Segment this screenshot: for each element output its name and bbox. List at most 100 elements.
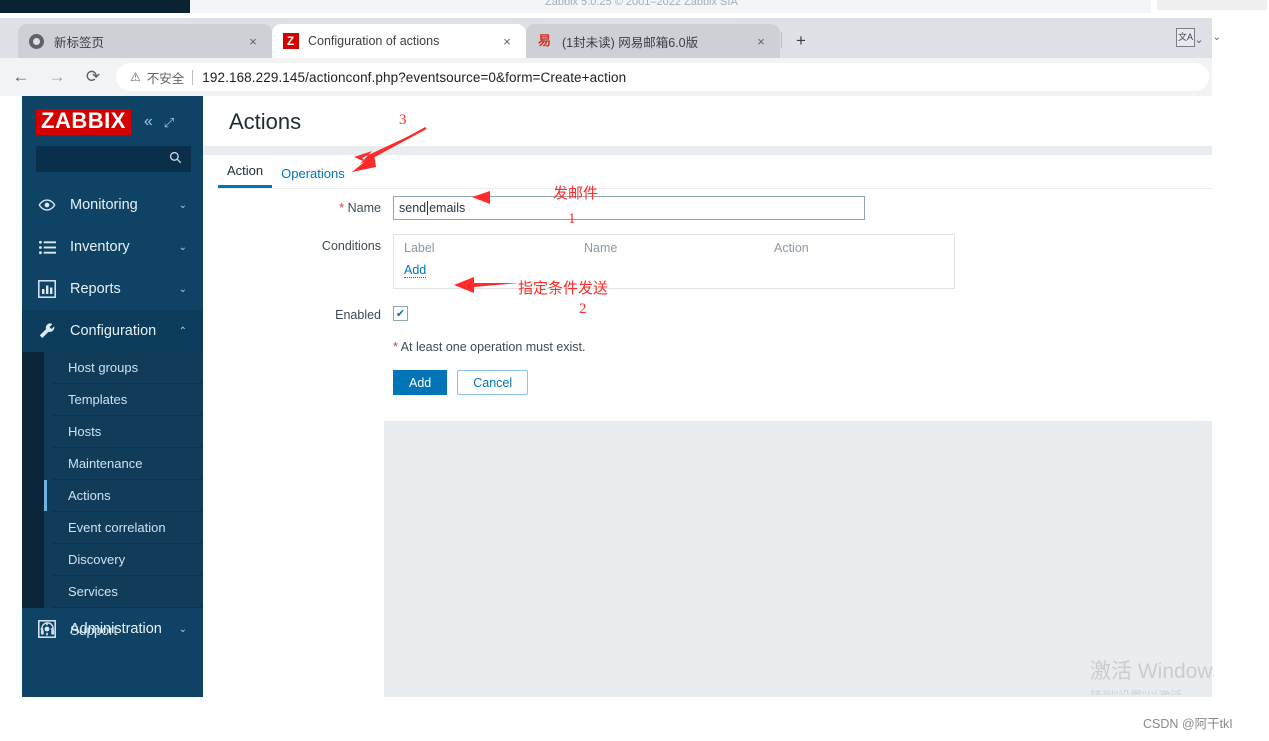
omnibox-divider (192, 69, 194, 85)
required-marker: * (393, 340, 398, 354)
action-form-panel: Action Operations * Name send emails Con… (203, 146, 1212, 421)
not-secure-warning-icon: ⚠ (130, 70, 141, 84)
sidebar-subitem-label: Actions (68, 488, 111, 503)
reload-icon[interactable]: ⟳ (78, 62, 108, 92)
sidebar-item-label: Reports (70, 281, 121, 297)
sidebar-item-services[interactable]: Services (52, 576, 203, 608)
sidebar-subitem-label: Event correlation (68, 520, 166, 535)
operation-required-hint: * At least one operation must exist. (393, 340, 1212, 354)
address-bar[interactable]: ⚠ 不安全 192.168.229.145/actionconf.php?eve… (116, 63, 1209, 91)
zabbix-logo[interactable]: ZABBIX (36, 109, 131, 135)
browser-chrome: 新标签页 × Z Configuration of actions × 易 (1… (0, 18, 1269, 96)
browser-toolbar: ← → ⟳ ⚠ 不安全 192.168.229.145/actionconf.p… (0, 58, 1269, 96)
sidebar-item-support[interactable]: Support (22, 611, 203, 649)
back-icon[interactable]: ← (6, 62, 36, 92)
new-tab-button[interactable]: + (790, 31, 812, 53)
sidebar-search-input[interactable] (36, 146, 191, 172)
search-icon (169, 151, 182, 167)
form-row-enabled: Enabled ✔ (203, 303, 1212, 322)
browser-tab-netease-mail[interactable]: 易 (1封未读) 网易邮箱6.0版 × (526, 24, 780, 58)
sidebar-item-hosts[interactable]: Hosts (52, 416, 203, 448)
close-icon[interactable]: × (244, 35, 262, 48)
sidebar-item-reports[interactable]: Reports ⌄ (22, 268, 203, 310)
browser-tab-zabbix-actions[interactable]: Z Configuration of actions × (272, 24, 526, 58)
sidebar-item-monitoring[interactable]: Monitoring ⌄ (22, 184, 203, 226)
hint-text: At least one operation must exist. (400, 340, 586, 354)
zabbix-sidebar: ZABBIX « ⤢ Monitoring ⌄ Inventory ⌄ Repo… (22, 96, 203, 697)
text-caret (427, 201, 429, 215)
tab-label: Operations (281, 166, 345, 181)
sidebar-subitem-label: Services (68, 584, 118, 599)
tab-operations[interactable]: Operations (272, 166, 354, 188)
enabled-field-label: Enabled (335, 308, 381, 322)
panel-top-divider (203, 146, 1212, 155)
page-title: Actions (229, 109, 302, 134)
sidebar-nav: Monitoring ⌄ Inventory ⌄ Reports ⌄ Confi… (22, 184, 203, 650)
sidebar-subitem-label: Maintenance (68, 456, 143, 471)
sidebar-item-templates[interactable]: Templates (52, 384, 203, 416)
not-secure-label: 不安全 (146, 71, 185, 86)
enabled-checkbox[interactable]: ✔ (393, 306, 408, 321)
chevron-down-icon: ⌄ (178, 199, 187, 211)
zabbix-icon: Z (282, 33, 299, 50)
browser-tab-newtab[interactable]: 新标签页 × (18, 24, 272, 58)
column-header-action: Action (774, 241, 809, 255)
wrench-icon (36, 322, 58, 340)
collapse-sidebar-icon[interactable]: « (144, 114, 153, 130)
tab-title: Configuration of actions (308, 34, 440, 48)
cancel-button[interactable]: Cancel (457, 370, 529, 395)
tab-title: (1封未读) 网易邮箱6.0版 (562, 35, 699, 50)
strip-dark-chip (0, 0, 190, 13)
close-icon[interactable]: × (498, 35, 516, 48)
cut-off-page-strip: Zabbix 5.0.25 © 2001–2022 Zabbix SIA (0, 0, 1269, 18)
name-value-before-caret: send (399, 201, 427, 215)
submit-add-button[interactable]: Add (393, 370, 448, 395)
add-condition-link[interactable]: Add (404, 263, 427, 278)
page-viewport: ZABBIX « ⤢ Monitoring ⌄ Inventory ⌄ Repo… (22, 96, 1212, 697)
sidebar-item-discovery[interactable]: Discovery (52, 544, 203, 576)
sidebar-item-host-groups[interactable]: Host groups (52, 352, 203, 384)
sidebar-item-label: Inventory (70, 239, 130, 255)
sidebar-item-configuration[interactable]: Configuration ⌃ (22, 310, 203, 352)
watermark-line-1: 激活 Windows (1090, 660, 1214, 683)
chevron-down-icon: ⌄ (178, 283, 187, 295)
expand-sidebar-icon[interactable]: ⤢ (164, 116, 174, 129)
translate-icon[interactable]: 文A (1176, 28, 1195, 47)
sidebar-item-label: Support (70, 622, 118, 638)
list-icon (36, 240, 58, 255)
tab-action[interactable]: Action (218, 163, 273, 188)
sidebar-item-actions[interactable]: Actions (44, 480, 203, 512)
sidebar-subitem-label: Hosts (68, 424, 102, 439)
name-value-after-caret: emails (429, 201, 466, 215)
column-header-label: Label (404, 241, 435, 255)
check-icon: ✔ (395, 308, 406, 320)
strip-right-chip (1157, 0, 1267, 10)
chevron-down-icon: ⌄ (178, 241, 187, 253)
csdn-credit: CSDN @阿干tkI (1143, 717, 1233, 731)
tab-separator (781, 32, 782, 48)
form-buttons: Add Cancel (393, 370, 1212, 395)
close-icon[interactable]: × (752, 35, 770, 48)
tab-title: 新标签页 (54, 35, 105, 50)
forward-icon[interactable]: → (42, 62, 72, 92)
name-input[interactable]: send emails (393, 196, 865, 220)
sidebar-item-event-correlation[interactable]: Event correlation (52, 512, 203, 544)
sidebar-subitem-label: Host groups (68, 360, 139, 375)
label-text: Name (347, 201, 381, 215)
form-body: * Name send emails Conditions Label Name… (203, 196, 1212, 395)
sidebar-item-maintenance[interactable]: Maintenance (52, 448, 203, 480)
sidebar-header: ZABBIX « ⤢ (22, 105, 203, 139)
screenshot-root: Zabbix 5.0.25 © 2001–2022 Zabbix SIA 新标签… (0, 0, 1269, 741)
browser-tabstrip: 新标签页 × Z Configuration of actions × 易 (1… (0, 18, 1269, 58)
form-tabs: Action Operations (218, 161, 354, 188)
toolbar-right-gap (1212, 58, 1269, 96)
browser-menu-icon[interactable]: ⌄ (1213, 32, 1221, 43)
headset-icon (36, 621, 58, 639)
conditions-table-header: Label Name Action (404, 241, 944, 255)
sidebar-item-inventory[interactable]: Inventory ⌄ (22, 226, 203, 268)
sidebar-item-label: Monitoring (70, 197, 138, 213)
zabbix-footer-text: Zabbix 5.0.25 © 2001–2022 Zabbix SIA (545, 0, 738, 8)
sidebar-bottom: Support (22, 611, 203, 649)
tab-label: Action (227, 163, 264, 178)
url-text: 192.168.229.145/actionconf.php?eventsour… (202, 69, 627, 85)
